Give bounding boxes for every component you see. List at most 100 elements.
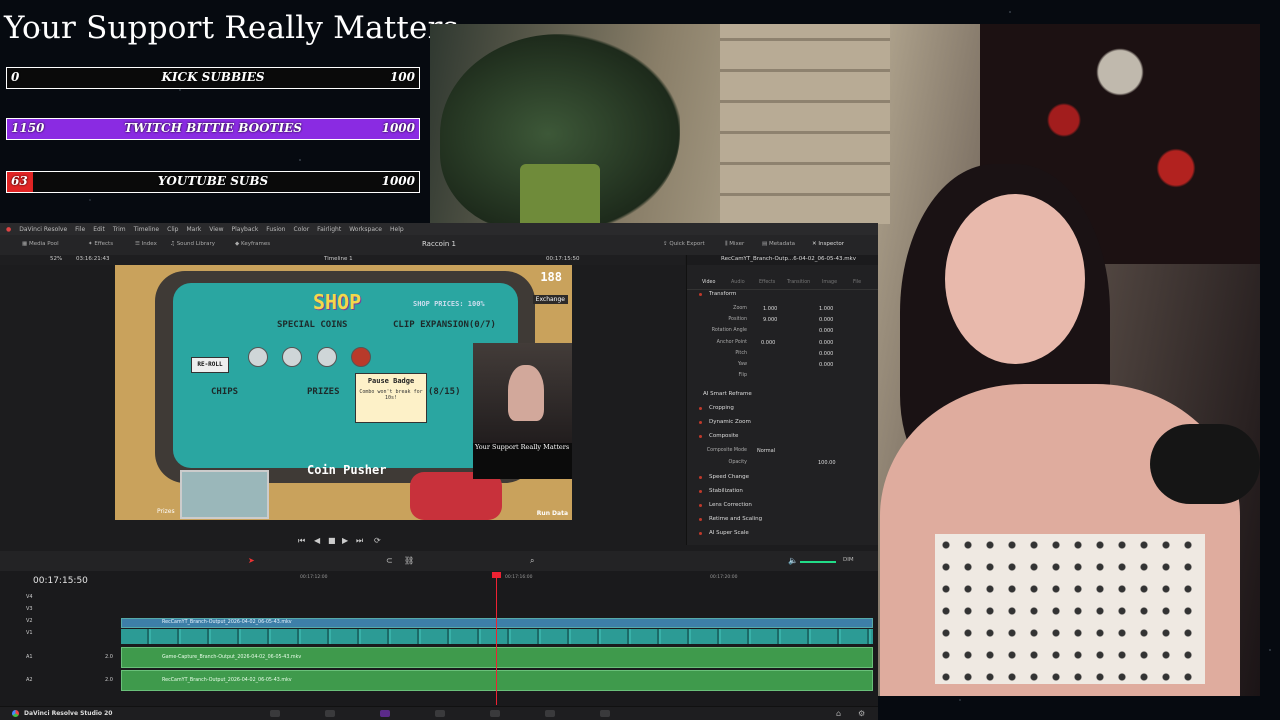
menu-item[interactable]: Fairlight <box>317 226 341 233</box>
dynamic-zoom-section[interactable]: Dynamic Zoom <box>709 419 751 425</box>
tab-audio[interactable]: Audio <box>731 280 745 285</box>
inspector-label: Inspector <box>818 241 845 247</box>
playhead[interactable] <box>496 573 497 705</box>
track-header-v3[interactable]: V3 <box>0 604 120 616</box>
deliver-page-icon[interactable] <box>600 710 610 717</box>
tab-effects[interactable]: Effects <box>759 280 775 285</box>
goal-max: 100 <box>389 70 415 84</box>
goal-name: TWITCH BITTIE BOOTIES <box>124 121 302 135</box>
track-header-a1[interactable]: A1 2.0 <box>0 652 120 664</box>
home-icon[interactable]: ⌂ <box>836 709 841 718</box>
inspector-panel: RecCamYT_Branch-Outp...6-04-02_06-05-43.… <box>686 255 878 545</box>
param-y-value[interactable]: 0.000 <box>819 328 833 334</box>
menu-item[interactable]: DaVinci Resolve <box>19 226 67 233</box>
param-y-value[interactable]: 0.000 <box>819 362 833 368</box>
special-coins-label: SPECIAL COINS <box>277 320 348 330</box>
track-header-v2[interactable]: V2 <box>0 616 120 628</box>
dim-button[interactable]: DIM <box>843 557 854 563</box>
clip-expansion-label: CLIP EXPANSION(0/7) <box>393 320 496 330</box>
param-y-value[interactable]: 0.000 <box>819 317 833 323</box>
video-clip-v2[interactable]: RecCamYT_Branch-Output_2026-04-02_06-05-… <box>121 618 873 628</box>
go-to-end-icon[interactable]: ⏭ <box>356 536 363 546</box>
loop-icon[interactable]: ⟳ <box>374 536 381 545</box>
quick-export-button[interactable]: ⇪ Quick Export <box>663 241 705 247</box>
mixer-button[interactable]: ⫼ Mixer <box>725 241 744 248</box>
stabilization-section[interactable]: Stabilization <box>709 488 743 494</box>
menu-item[interactable]: Help <box>390 226 404 233</box>
lens-correction-section[interactable]: Lens Correction <box>709 502 752 508</box>
timeline[interactable]: 00:17:15:50 00:17:12:00 00:17:16:00 00:1… <box>0 571 878 706</box>
selection-tool-icon[interactable]: ➤ <box>248 556 255 565</box>
play-icon[interactable]: ▶ <box>342 536 348 545</box>
menu-item[interactable]: View <box>209 226 223 233</box>
volume-icon[interactable]: 🔈 <box>788 556 798 565</box>
track-header-v4[interactable]: V4 <box>0 592 120 604</box>
edit-page-icon[interactable] <box>380 710 390 717</box>
menu-item[interactable]: Edit <box>93 226 105 233</box>
step-back-icon[interactable]: ◀ <box>314 536 320 545</box>
menu-item[interactable]: Workspace <box>349 226 382 233</box>
top-toolbar: ▦ Media Pool ✦ Effects ☰ Index ♫ Sound L… <box>0 235 878 255</box>
enabled-indicator <box>699 407 702 410</box>
davinci-resolve-window: ● DaVinci Resolve File Edit Trim Timelin… <box>0 223 878 720</box>
zoom-level[interactable]: 52% <box>50 256 62 262</box>
speed-change-section[interactable]: Speed Change <box>709 474 749 480</box>
menu-item[interactable]: Fusion <box>266 226 285 233</box>
menu-item[interactable]: Playback <box>232 226 259 233</box>
fairlight-page-icon[interactable] <box>545 710 555 717</box>
transform-section[interactable]: Transform <box>709 291 736 297</box>
audio-clip-a1[interactable]: Game-Capture_Branch-Output_2026-04-02_06… <box>121 647 873 668</box>
opacity-label: Opacity <box>728 460 747 465</box>
prizes-tab: Prizes <box>157 508 175 515</box>
retime-section[interactable]: Retime and Scaling <box>709 516 762 522</box>
composite-section[interactable]: Composite <box>709 433 738 439</box>
timeline-name[interactable]: Timeline 1 <box>324 256 353 262</box>
settings-gear-icon[interactable]: ⚙ <box>858 709 865 718</box>
menu-item[interactable]: Clip <box>167 226 178 233</box>
menu-item[interactable]: Timeline <box>134 226 160 233</box>
ai-smart-reframe-section[interactable]: AI Smart Reframe <box>703 391 752 397</box>
shop-title: SHOP <box>313 290 362 314</box>
menu-item[interactable]: Trim <box>113 226 126 233</box>
stop-icon[interactable]: ■ <box>328 536 336 545</box>
param-x-value[interactable]: 9.000 <box>763 317 777 323</box>
cropping-section[interactable]: Cropping <box>709 405 734 411</box>
param-y-value[interactable]: 1.000 <box>819 306 833 312</box>
track-name: V3 <box>26 606 33 612</box>
ai-super-scale-section[interactable]: AI Super Scale <box>709 530 749 536</box>
opacity-value[interactable]: 100.00 <box>818 460 836 466</box>
timeline-viewer[interactable]: SHOP SHOP PRICES: 100% 188 Exchange SPEC… <box>115 265 572 520</box>
track-header-v1[interactable]: V1 <box>0 628 120 640</box>
snapping-icon[interactable]: ⊂ <box>386 556 393 565</box>
param-y-value[interactable]: 0.000 <box>819 340 833 346</box>
resolve-logo-icon <box>12 710 19 717</box>
enabled-indicator <box>699 435 702 438</box>
tab-image[interactable]: Image <box>822 280 837 285</box>
param-y-value[interactable]: 0.000 <box>819 351 833 357</box>
fusion-page-icon[interactable] <box>435 710 445 717</box>
zoom-icon[interactable]: ⌕ <box>530 556 534 566</box>
composite-mode-select[interactable]: Normal <box>757 448 775 454</box>
track-header-a2[interactable]: A2 2.0 <box>0 675 120 687</box>
param-x-value[interactable]: 0.000 <box>761 340 775 346</box>
video-clip-v1[interactable] <box>121 629 873 644</box>
menu-item[interactable]: Color <box>294 226 310 233</box>
audio-clip-a2[interactable]: RecCamYT_Branch-Output_2026-04-02_06-05-… <box>121 670 873 691</box>
menu-item[interactable]: File <box>75 226 85 233</box>
menu-item[interactable]: Mark <box>186 226 201 233</box>
tab-video[interactable]: Video <box>702 280 715 285</box>
cut-page-icon[interactable] <box>325 710 335 717</box>
goal-max: 1000 <box>381 174 415 188</box>
inspector-button[interactable]: ✕ Inspector <box>812 241 844 247</box>
pip-streamer <box>508 365 544 421</box>
tab-transition[interactable]: Transition <box>787 280 810 285</box>
color-page-icon[interactable] <box>490 710 500 717</box>
link-icon[interactable]: ⛓ <box>404 556 414 565</box>
volume-slider[interactable] <box>800 561 836 563</box>
metadata-button[interactable]: ▤ Metadata <box>762 241 795 247</box>
param-x-value[interactable]: 1.000 <box>763 306 777 312</box>
tab-file[interactable]: File <box>853 280 861 285</box>
go-to-start-icon[interactable]: ⏮ <box>298 536 305 546</box>
media-page-icon[interactable] <box>270 710 280 717</box>
app-menu-icon[interactable]: ● <box>6 226 11 233</box>
